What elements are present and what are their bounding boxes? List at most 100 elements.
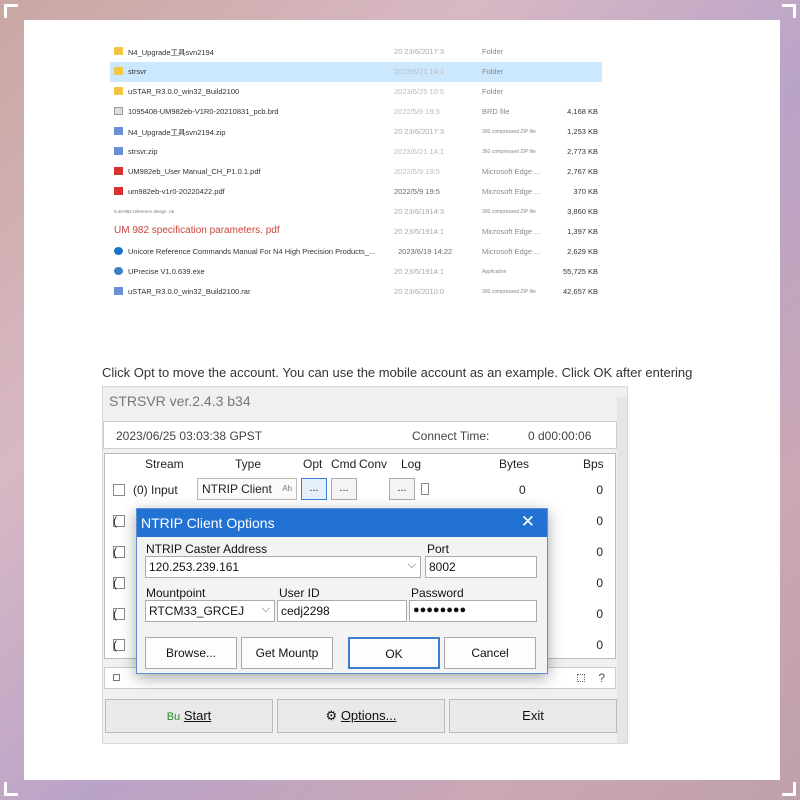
port-label: Port [427, 542, 450, 556]
browse-button[interactable]: Browse... [145, 637, 237, 669]
pdf-icon [114, 187, 123, 195]
file-type: 360 compressed ZIP file [482, 289, 536, 295]
file-type: Folder [482, 67, 504, 76]
brd-file-icon [114, 107, 123, 115]
frame-corner [4, 782, 18, 796]
col-bps: Bps [583, 457, 604, 471]
cancel-button[interactable]: Cancel [444, 637, 536, 669]
bps-value: 0 [596, 607, 603, 621]
resize-icon [577, 674, 585, 682]
file-name: UPrecise V1.0.639.exe [128, 267, 205, 276]
scrollbar[interactable] [617, 397, 627, 743]
file-size: 3,860 KB [567, 207, 598, 216]
file-row[interactable]: 1095408-UM982eb-V1R0-20210831_pcb.brd 202… [110, 102, 602, 122]
exit-button[interactable]: Exit [449, 699, 617, 733]
folder-icon [114, 87, 123, 95]
file-date: 2023/6/21 14:1 [394, 67, 445, 76]
user-id-input[interactable]: cedj2298 [277, 600, 407, 622]
conv-button[interactable]: ... [389, 478, 415, 500]
options-label: Options... [340, 708, 397, 723]
file-list: N4_Upgrade工具svn2194 20 23/6/2017:3 Folder … [110, 42, 602, 302]
file-size: 4,168 KB [567, 107, 598, 116]
file-row[interactable]: 9.40-982 reference design .rar 20 23/6/19… [110, 202, 602, 222]
file-name: N4_Upgrade工具svn2194 [128, 48, 214, 57]
mountpoint-value: RTCM33_GRCEJ [149, 604, 245, 618]
stream-type-select[interactable]: NTRIP Client Ah [197, 478, 297, 500]
help-icon[interactable]: ? [598, 671, 605, 685]
stream-type-value: NTRIP Client [202, 482, 272, 496]
options-button[interactable]: ⚙ Options... [277, 699, 445, 733]
port-input[interactable]: 8002 [425, 556, 537, 578]
gear-icon: ⚙ [325, 708, 338, 723]
bytes-value: 0 [519, 483, 526, 497]
bps-value: 0 [596, 576, 603, 590]
datetime: 2023/06/25 03:03:38 GPST [116, 429, 263, 443]
cmd-button[interactable]: ... [331, 478, 357, 500]
grid-header: Stream Type Opt Cmd Conv Log Bytes Bps [105, 454, 615, 474]
file-row[interactable]: um982eb-v1r0-20220422.pdf 2022/5/9 19:5 Mi… [110, 182, 602, 202]
file-row[interactable]: uSTAR_R3.0.0_win32_Build2100.rar 20 23/6/… [110, 282, 602, 302]
password-input[interactable]: ●●●●●●●● [409, 600, 537, 622]
bps-value: 0 [596, 545, 603, 559]
file-name: 1095408-UM982eb-V1R0-20210831_pcb.brd [128, 107, 279, 116]
connect-time-value: 0 d00:00:06 [528, 429, 592, 443]
caster-address-input[interactable]: 120.253.239.161 ⌵ [145, 556, 421, 578]
ntrip-options-dialog: NTRIP Client Options ✕ NTRIP Caster Addr… [136, 508, 548, 674]
connect-time-label: Connect Time: [412, 429, 490, 443]
file-type: 360 compressed ZIP file [482, 129, 536, 135]
col-conv: Conv [359, 457, 388, 471]
stream-label: ( [113, 576, 117, 590]
col-cmd: Cmd [331, 457, 357, 471]
file-date: 2022/5/9 19:5 [394, 187, 440, 196]
start-button[interactable]: Bu Start [105, 699, 273, 733]
log-checkbox[interactable] [421, 483, 429, 495]
file-name: UM 982 specification parameters. pdf [114, 225, 280, 236]
bps-value: 0 [596, 483, 603, 497]
mountpoint-label: Mountpoint [146, 586, 206, 600]
file-size: 2,773 KB [567, 147, 598, 156]
mountpoint-select[interactable]: RTCM33_GRCEJ ⌵ [145, 600, 275, 622]
file-row[interactable]: UM982eb_User Manual_CH_P1.0.1.pdf 2022/5/… [110, 162, 602, 182]
file-date: 20 23/6/1914:1 [394, 227, 445, 236]
col-type: Type [235, 457, 262, 471]
file-date: 2022/5/9 19:5 [394, 107, 440, 116]
file-row[interactable]: UM 982 specification parameters. pdf 20 2… [110, 222, 602, 242]
file-name: UM982eb_User Manual_CH_P1.0.1.pdf [128, 167, 261, 176]
status-indicator [113, 674, 120, 681]
pdf-icon [114, 247, 123, 255]
file-row[interactable]: N4_Upgrade工具svn2194 20 23/6/2017:3 Folder [110, 42, 602, 62]
bps-value: 0 [596, 638, 603, 652]
file-row-selected[interactable]: strsvr 2023/6/21 14:1 Folder [110, 62, 602, 82]
file-size: 2,767 KB [567, 167, 598, 176]
file-date: 20 23/6/2010:0 [394, 287, 445, 296]
col-stream: Stream [145, 457, 184, 471]
stream-row-input: (0) Input NTRIP Client Ah ... ... ... 0 0 [105, 474, 615, 505]
file-name: strsvr.zip [128, 147, 158, 156]
get-mountpoint-button[interactable]: Get Mountp [241, 637, 333, 669]
file-row[interactable]: Unicore Reference Commands Manual For N4… [110, 242, 602, 262]
folder-icon [114, 47, 123, 55]
file-row[interactable]: strsvr.zip 2023/6/21 14:1 360 compressed Z… [110, 142, 602, 162]
frame-corner [782, 782, 796, 796]
instruction-text: Click Opt to move the account. You can u… [102, 365, 693, 380]
caster-address-label: NTRIP Caster Address [146, 542, 268, 556]
window-title: STRSVR ver.2.4.3 b34 [109, 393, 251, 409]
opt-button[interactable]: ... [301, 478, 327, 500]
close-icon[interactable]: ✕ [521, 512, 535, 532]
chevron-down-icon: ⌵ [407, 559, 416, 571]
pdf-icon [114, 167, 123, 175]
file-type: Folder [482, 47, 504, 56]
file-date: 2022/5/9 19:5 [394, 167, 440, 176]
col-bytes: Bytes [499, 457, 530, 471]
frame-corner [4, 4, 18, 18]
type-hint: Ah [282, 484, 292, 493]
stream-checkbox[interactable] [113, 484, 125, 496]
file-row[interactable]: UPrecise V1.0.639.exe 20 23/6/1914:1 Appli… [110, 262, 602, 282]
stream-label: ( [113, 545, 117, 559]
file-row[interactable]: N4_Upgrade工具svn2194.zip 20 23/6/2017:3 360… [110, 122, 602, 142]
ok-button[interactable]: OK [348, 637, 440, 669]
frame-corner [782, 4, 796, 18]
chevron-down-icon: ⌵ [261, 603, 270, 615]
file-size: 2,629 KB [567, 247, 598, 256]
file-row[interactable]: uSTAR_R3.0.0_win32_Build2100 2023/6/25 10… [110, 82, 602, 102]
